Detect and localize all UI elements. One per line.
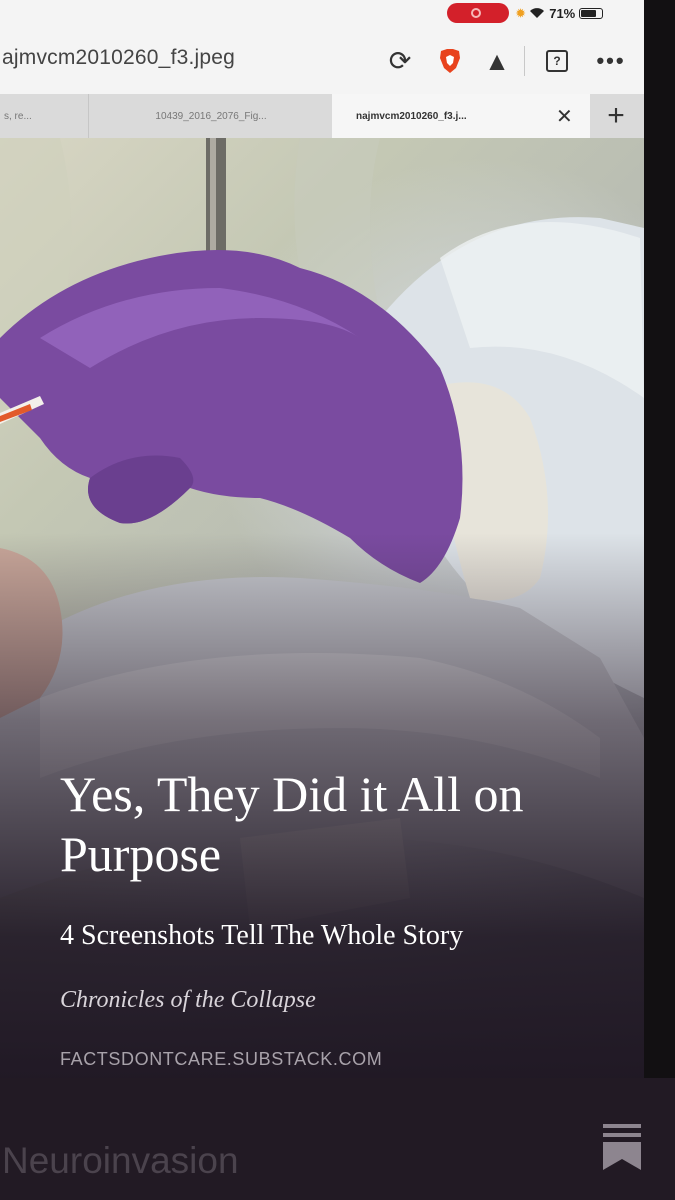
brave-shield-icon[interactable]: [433, 44, 467, 78]
article-title[interactable]: Yes, They Did it All on Purpose: [60, 764, 620, 884]
reload-icon[interactable]: ⟳: [383, 44, 417, 78]
tab-strip: s, re... 10439_2016_2076_Fig... najmvcm2…: [0, 94, 644, 138]
new-tab-icon[interactable]: +: [596, 94, 636, 138]
wifi-icon: [530, 8, 545, 18]
screenshot-image: ✹ 71% ajmvcm2010260_f3.jpeg ⟳ ▲ ? ••• s,…: [0, 0, 644, 1078]
battery-icon: [579, 7, 604, 19]
bookmark-icon[interactable]: [603, 1124, 641, 1170]
tab-count: ?: [546, 50, 568, 72]
right-edge-strip: [644, 0, 675, 1078]
battery-percent: 71%: [549, 5, 576, 21]
warning-icon[interactable]: ▲: [480, 44, 514, 78]
article-domain[interactable]: FACTSDONTCARE.SUBSTACK.COM: [60, 1049, 382, 1070]
bottom-label: Neuroinvasion: [2, 1140, 239, 1181]
url-field[interactable]: ajmvcm2010260_f3.jpeg: [2, 46, 235, 70]
tab-item-active[interactable]: najmvcm2010260_f3.j...: [332, 94, 590, 138]
toolbar-divider: [524, 46, 525, 76]
recording-indicator: [447, 3, 509, 23]
more-menu-icon[interactable]: •••: [592, 44, 630, 78]
status-icons: ✹ 71%: [516, 2, 604, 24]
status-bar: ✹ 71%: [0, 0, 644, 30]
tab-item[interactable]: 10439_2016_2076_Fig...: [88, 94, 333, 138]
close-tab-icon[interactable]: ✕: [556, 94, 573, 138]
article-subtitle: 4 Screenshots Tell The Whole Story: [60, 920, 464, 951]
tab-item[interactable]: s, re...: [0, 94, 92, 138]
publication-name: Chronicles of the Collapse: [60, 987, 316, 1013]
sun-icon: ✹: [516, 7, 526, 20]
tabs-icon[interactable]: ?: [540, 44, 574, 78]
address-bar: ajmvcm2010260_f3.jpeg ⟳ ▲ ? •••: [0, 30, 644, 94]
